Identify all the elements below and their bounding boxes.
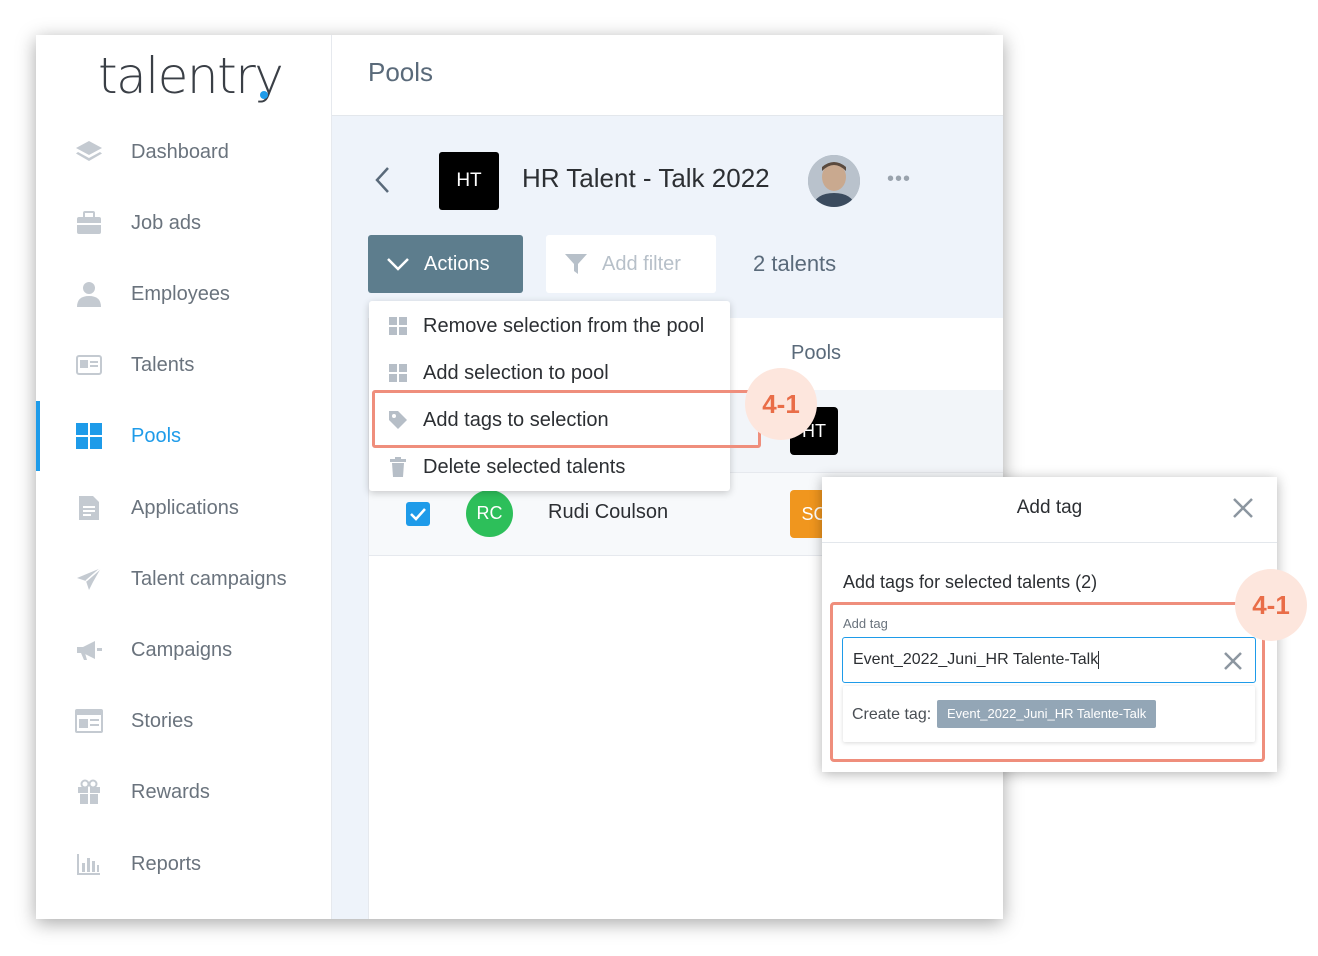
menu-item-label: Add selection to pool xyxy=(423,361,609,384)
sidebar-item-talent-campaigns[interactable]: Talent campaigns xyxy=(36,556,331,602)
create-tag-chip[interactable]: Event_2022_Juni_HR Talente-Talk xyxy=(937,700,1157,728)
grid-icon xyxy=(388,363,408,383)
modal-title: Add tag xyxy=(1016,497,1083,518)
menu-item-label: Delete selected talents xyxy=(423,455,626,478)
talent-count: 2 talents xyxy=(753,251,837,276)
sidebar-item-pools[interactable]: Pools xyxy=(36,401,331,471)
talent-name[interactable]: Rudi Coulson xyxy=(548,501,668,524)
back-button[interactable] xyxy=(372,165,394,195)
top-bar: Pools xyxy=(332,35,1003,116)
sidebar-item-campaigns[interactable]: Campaigns xyxy=(36,627,331,673)
sidebar-item-applications[interactable]: Applications xyxy=(36,485,331,531)
trash-icon xyxy=(388,457,408,477)
column-header-pools[interactable]: Pools xyxy=(791,342,841,365)
sidebar-item-label: Applications xyxy=(131,496,239,519)
row-checkbox[interactable] xyxy=(406,502,430,526)
add-tag-modal: Add tag Add tags for selected talents (2… xyxy=(822,477,1277,772)
step-badge: 4-1 xyxy=(1235,569,1307,641)
grid-icon xyxy=(74,421,104,451)
add-filter-label: Add filter xyxy=(602,252,681,275)
sidebar-item-label: Pools xyxy=(131,424,182,447)
sidebar-item-label: Talent campaigns xyxy=(131,567,287,590)
text-caret xyxy=(1098,651,1100,669)
sidebar-item-dashboard[interactable]: Dashboard xyxy=(36,129,331,175)
menu-item-delete-talents[interactable]: Delete selected talents xyxy=(369,444,730,490)
modal-header: Add tag xyxy=(822,477,1277,543)
talentry-logo: talentry xyxy=(98,47,284,105)
pool-logo: HT xyxy=(439,152,499,210)
paper-plane-icon xyxy=(74,564,104,594)
sidebar-item-label: Talents xyxy=(131,353,195,376)
active-indicator xyxy=(36,401,40,471)
menu-item-remove-selection[interactable]: Remove selection from the pool xyxy=(369,303,730,349)
logo-dot xyxy=(260,91,268,99)
bar-chart-icon xyxy=(74,849,104,879)
sidebar-item-label: Stories xyxy=(131,709,194,732)
clear-input-button[interactable] xyxy=(1222,650,1244,672)
sidebar-item-talents[interactable]: Talents xyxy=(36,342,331,388)
sidebar-item-label: Employees xyxy=(131,282,230,305)
sidebar: talentry Dashboard Job ads Employees Tal xyxy=(36,35,332,919)
modal-subtitle: Add tags for selected talents (2) xyxy=(843,572,1098,592)
create-tag-suggestion[interactable]: Create tag: Event_2022_Juni_HR Talente-T… xyxy=(843,686,1255,742)
menu-item-label: Remove selection from the pool xyxy=(423,314,705,337)
tag-input-value: Event_2022_Juni_HR Talente-Talk xyxy=(853,651,1099,669)
owner-avatar[interactable] xyxy=(808,155,860,207)
tag-input[interactable]: Event_2022_Juni_HR Talente-Talk xyxy=(842,637,1256,683)
sidebar-item-label: Campaigns xyxy=(131,638,233,661)
document-icon xyxy=(74,493,104,523)
sidebar-item-stories[interactable]: Stories xyxy=(36,698,331,744)
more-options-button[interactable]: ••• xyxy=(887,168,911,191)
close-icon xyxy=(1224,652,1242,670)
id-card-icon xyxy=(74,350,104,380)
highlight-frame xyxy=(372,390,761,448)
page-title: Pools xyxy=(368,57,434,87)
briefcase-icon xyxy=(74,208,104,238)
step-badge: 4-1 xyxy=(745,368,817,440)
avatar: RC xyxy=(466,490,513,537)
grid-icon xyxy=(388,316,408,336)
sidebar-item-reports[interactable]: Reports xyxy=(36,841,331,887)
filter-icon xyxy=(565,254,587,274)
sidebar-item-job-ads[interactable]: Job ads xyxy=(36,200,331,246)
sidebar-item-label: Reports xyxy=(131,852,202,875)
close-button[interactable] xyxy=(1232,497,1254,519)
close-icon xyxy=(1233,498,1253,518)
checkmark-icon xyxy=(410,508,426,521)
newspaper-icon xyxy=(74,706,104,736)
actions-label: Actions xyxy=(424,252,490,275)
sidebar-item-label: Dashboard xyxy=(131,140,229,163)
sidebar-item-employees[interactable]: Employees xyxy=(36,271,331,317)
person-icon xyxy=(74,279,104,309)
actions-button[interactable]: Actions xyxy=(368,235,523,293)
sidebar-item-rewards[interactable]: Rewards xyxy=(36,769,331,815)
megaphone-icon xyxy=(74,635,104,665)
create-tag-label: Create tag: xyxy=(852,706,932,723)
sidebar-item-label: Job ads xyxy=(131,211,202,234)
chevron-down-icon xyxy=(387,258,409,271)
chevron-left-icon xyxy=(375,167,389,193)
pool-name: HR Talent - Talk 2022 xyxy=(522,163,770,193)
gift-icon xyxy=(74,777,104,807)
field-label: Add tag xyxy=(843,616,888,631)
layers-icon xyxy=(74,137,104,167)
sidebar-item-label: Rewards xyxy=(131,780,210,803)
add-filter-button[interactable]: Add filter xyxy=(546,235,716,293)
